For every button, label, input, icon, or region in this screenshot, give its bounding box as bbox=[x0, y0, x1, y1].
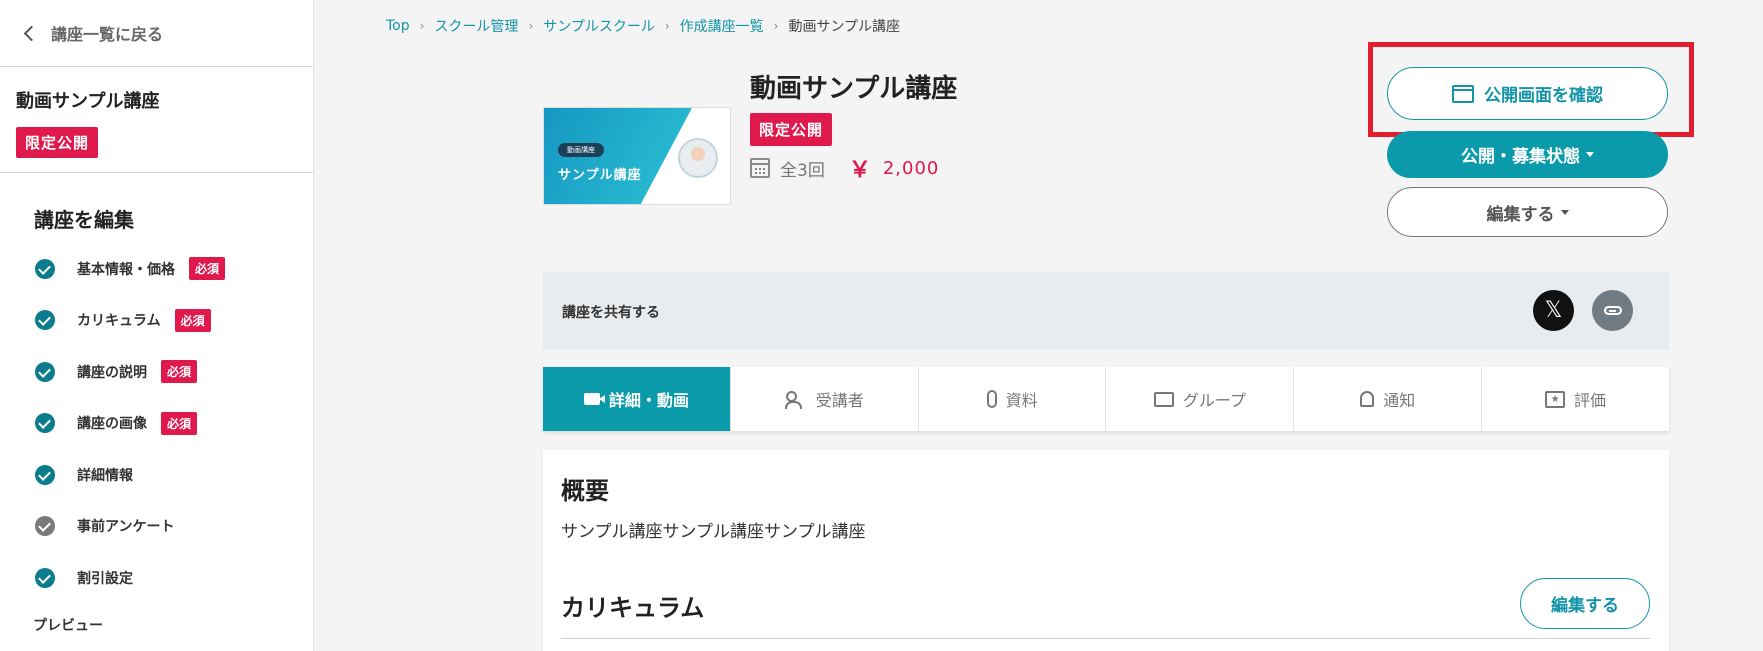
breadcrumb-separator: › bbox=[664, 19, 670, 33]
thumbnail-tag: 動画講座 bbox=[558, 143, 604, 157]
course-meta: 全3回 ￥ 2,000 bbox=[750, 152, 939, 184]
check-circle-icon bbox=[35, 567, 55, 588]
breadcrumb-separator: › bbox=[528, 19, 534, 33]
tab-label: 受講者 bbox=[815, 391, 864, 410]
status-badge: 限定公開 bbox=[750, 113, 833, 146]
content-card: 概要 サンプル講座サンプル講座サンプル講座 カリキュラム 編集する bbox=[543, 450, 1669, 651]
sidebar-status-badge: 限定公開 bbox=[16, 127, 99, 158]
breadcrumb-link-course-list[interactable]: 作成講座一覧 bbox=[680, 16, 764, 36]
breadcrumb: Top › スクール管理 › サンプルスクール › 作成講座一覧 › 動画サンプ… bbox=[386, 16, 900, 36]
tab-notifications[interactable]: 通知 bbox=[1294, 367, 1483, 431]
share-label: 講座を共有する bbox=[562, 305, 660, 321]
sidebar-item-image[interactable]: 講座の画像 必須 bbox=[0, 398, 313, 450]
required-badge: 必須 bbox=[174, 308, 211, 332]
video-camera-icon bbox=[583, 393, 605, 405]
check-circle-icon bbox=[35, 464, 55, 485]
back-link-label: 講座一覧に戻る bbox=[51, 25, 164, 44]
back-to-course-list-link[interactable]: 講座一覧に戻る bbox=[0, 0, 313, 67]
sidebar-item-discount[interactable]: 割引設定 bbox=[0, 552, 313, 604]
share-bar: 講座を共有する bbox=[543, 272, 1669, 350]
people-icon bbox=[784, 391, 807, 409]
breadcrumb-link-school[interactable]: サンプルスクール bbox=[543, 16, 655, 36]
sidebar-item-details[interactable]: 詳細情報 bbox=[0, 449, 313, 501]
sidebar-item-label: 詳細情報 bbox=[77, 467, 133, 484]
required-badge: 必須 bbox=[161, 360, 198, 384]
sidebar-course-name: 動画サンプル講座 bbox=[16, 91, 160, 112]
tab-materials[interactable]: 資料 bbox=[919, 367, 1107, 431]
sidebar-item-curriculum[interactable]: カリキュラム 必須 bbox=[0, 295, 313, 347]
browser-window-icon bbox=[1452, 84, 1474, 103]
thumbnail-title: サンプル講座 bbox=[558, 168, 642, 183]
tab-label: 通知 bbox=[1383, 391, 1416, 410]
course-price: 2,000 bbox=[882, 157, 940, 179]
check-circle-icon bbox=[35, 258, 55, 279]
overview-text: サンプル講座サンプル講座サンプル講座 bbox=[561, 522, 866, 542]
breadcrumb-separator: › bbox=[419, 19, 425, 33]
bell-icon bbox=[1360, 391, 1375, 407]
paperclip-icon bbox=[986, 390, 997, 408]
session-count: 全3回 bbox=[780, 160, 825, 181]
edit-menu: 基本情報・価格 必須 カリキュラム 必須 講座の説明 必須 講座の画像 必須 詳… bbox=[0, 243, 313, 604]
tab-label: 評価 bbox=[1574, 391, 1607, 410]
sidebar: 講座一覧に戻る 動画サンプル講座 限定公開 講座を編集 基本情報・価格 必須 カ… bbox=[0, 0, 314, 651]
sidebar-item-description[interactable]: 講座の説明 必須 bbox=[0, 346, 313, 398]
sidebar-item-label: 基本情報・価格 bbox=[77, 261, 175, 278]
edit-course-heading: 講座を編集 bbox=[34, 208, 134, 232]
publish-status-label: 公開・募集状態 bbox=[1461, 147, 1580, 167]
breadcrumb-link-top[interactable]: Top bbox=[386, 18, 410, 34]
calendar-icon bbox=[750, 158, 770, 178]
curriculum-heading: カリキュラム bbox=[561, 594, 705, 622]
breadcrumb-separator: › bbox=[773, 19, 779, 33]
tab-details-video[interactable]: 詳細・動画 bbox=[543, 367, 731, 431]
link-icon bbox=[1603, 306, 1622, 315]
breadcrumb-link-school-admin[interactable]: スクール管理 bbox=[434, 16, 518, 36]
tab-group[interactable]: グループ bbox=[1106, 367, 1295, 431]
share-x-button[interactable]: 𝕏 bbox=[1533, 290, 1574, 331]
copy-link-button[interactable] bbox=[1592, 290, 1633, 331]
sidebar-item-pre-survey[interactable]: 事前アンケート bbox=[0, 501, 313, 553]
overview-heading: 概要 bbox=[561, 477, 609, 505]
page-title: 動画サンプル講座 bbox=[750, 74, 958, 104]
instructor-avatar bbox=[678, 138, 718, 178]
x-logo-icon: 𝕏 bbox=[1544, 298, 1563, 323]
check-circle-icon bbox=[35, 516, 55, 537]
sidebar-item-label: 講座の画像 bbox=[77, 416, 147, 433]
chevron-left-icon bbox=[23, 25, 40, 41]
breadcrumb-current: 動画サンプル講座 bbox=[788, 19, 901, 35]
currency-symbol: ￥ bbox=[848, 158, 871, 183]
divider bbox=[561, 638, 1650, 639]
edit-curriculum-button[interactable]: 編集する bbox=[1520, 578, 1650, 629]
star-box-icon: ★ bbox=[1545, 390, 1566, 408]
view-public-page-label: 公開画面を確認 bbox=[1484, 86, 1603, 106]
check-circle-icon bbox=[35, 361, 55, 382]
caret-down-icon bbox=[1560, 209, 1569, 215]
tab-students[interactable]: 受講者 bbox=[731, 367, 919, 431]
course-tabs: 詳細・動画 受講者 資料 グループ 通知 ★ 評価 bbox=[543, 367, 1669, 431]
sidebar-course-info: 動画サンプル講座 限定公開 bbox=[0, 67, 313, 173]
edit-dropdown-label: 編集する bbox=[1486, 204, 1555, 225]
sidebar-item-label: 講座の説明 bbox=[77, 364, 147, 381]
required-badge: 必須 bbox=[161, 411, 198, 435]
check-circle-icon bbox=[35, 310, 55, 331]
publish-status-dropdown[interactable]: 公開・募集状態 bbox=[1387, 131, 1668, 178]
required-badge: 必須 bbox=[189, 257, 226, 281]
tab-label: 資料 bbox=[1005, 391, 1038, 410]
view-public-page-button[interactable]: 公開画面を確認 bbox=[1387, 67, 1668, 120]
preview-heading: プレビュー bbox=[33, 618, 103, 634]
tab-label: グループ bbox=[1182, 391, 1246, 410]
sidebar-item-label: 割引設定 bbox=[77, 570, 133, 587]
check-circle-icon bbox=[35, 413, 55, 434]
sidebar-item-label: 事前アンケート bbox=[77, 519, 175, 536]
course-thumbnail: 動画講座 サンプル講座 bbox=[543, 107, 731, 205]
edit-dropdown[interactable]: 編集する bbox=[1387, 187, 1668, 237]
sidebar-item-label: カリキュラム bbox=[77, 313, 161, 330]
caret-down-icon bbox=[1586, 152, 1594, 157]
tab-label: 詳細・動画 bbox=[608, 391, 689, 410]
chat-icon bbox=[1153, 391, 1174, 407]
tab-reviews[interactable]: ★ 評価 bbox=[1482, 367, 1669, 431]
sidebar-item-basic-info[interactable]: 基本情報・価格 必須 bbox=[0, 243, 313, 295]
